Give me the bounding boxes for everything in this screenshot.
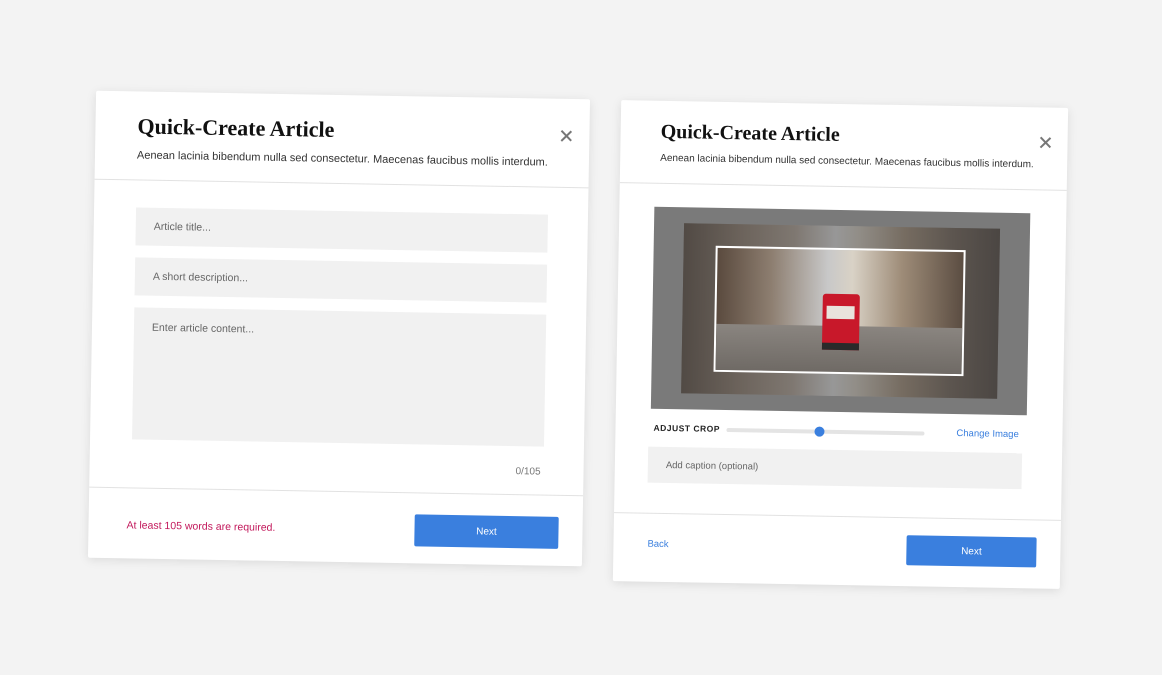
tram-graphic — [821, 293, 860, 351]
close-icon[interactable] — [1038, 135, 1052, 149]
dialog-subtitle: Aenean lacinia bibendum nulla sed consec… — [660, 152, 1034, 171]
header-divider — [94, 178, 589, 189]
crop-selection-box[interactable] — [713, 245, 966, 377]
image-crop-area[interactable] — [650, 206, 1031, 416]
caption-input[interactable] — [647, 446, 1023, 490]
change-image-link[interactable]: Change Image — [956, 428, 1019, 440]
error-message: At least 105 words are required. — [126, 519, 276, 534]
crop-slider-track[interactable] — [726, 428, 925, 436]
dialog-title: Quick-Create Article — [660, 120, 840, 146]
close-icon[interactable] — [559, 129, 573, 143]
footer-divider — [614, 512, 1061, 521]
crop-slider-thumb[interactable] — [814, 426, 825, 437]
adjust-crop-label: ADJUST CROP — [653, 422, 721, 434]
next-button[interactable]: Next — [906, 535, 1037, 568]
article-content-textarea[interactable] — [132, 307, 547, 447]
dialog-title: Quick-Create Article — [137, 113, 335, 142]
quick-create-dialog-step2: Quick-Create Article Aenean lacinia bibe… — [612, 100, 1069, 589]
word-counter: 0/105 — [515, 466, 541, 478]
footer-divider — [89, 486, 584, 497]
next-button[interactable]: Next — [414, 514, 559, 549]
article-title-input[interactable] — [135, 207, 549, 253]
short-description-input[interactable] — [134, 257, 548, 303]
quick-create-dialog-step1: Quick-Create Article Aenean lacinia bibe… — [87, 90, 591, 567]
header-divider — [619, 182, 1067, 191]
back-link[interactable]: Back — [647, 539, 668, 550]
dialog-subtitle: Aenean lacinia bibendum nulla sed consec… — [136, 149, 548, 169]
